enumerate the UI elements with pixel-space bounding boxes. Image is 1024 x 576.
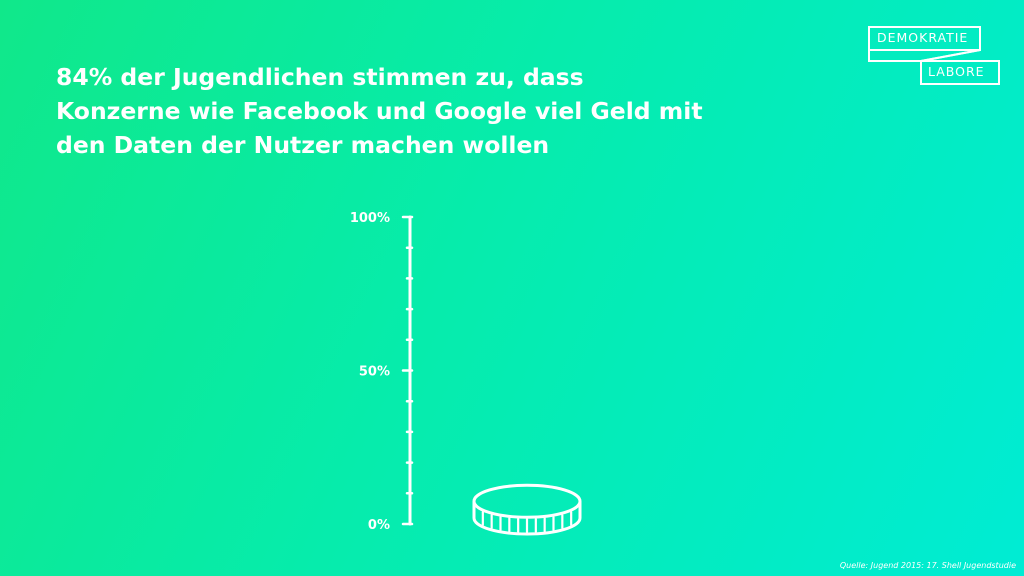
source-note: Quelle: Jugend 2015: 17. Shell Jugendstu… (839, 561, 1016, 570)
y-tick-label: 0% (368, 518, 390, 533)
y-tick-label: 100% (350, 211, 390, 226)
coin-top-face (472, 483, 582, 519)
y-tick-label: 50% (359, 365, 390, 380)
coin-chart: 0% 50% 100% (350, 211, 582, 536)
bar-coin (472, 483, 582, 536)
